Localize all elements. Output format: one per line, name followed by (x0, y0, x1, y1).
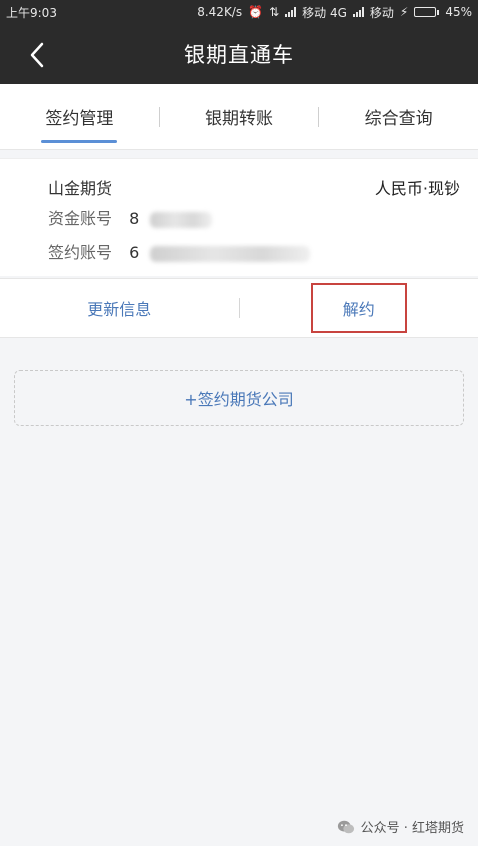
watermark-text: 公众号 · 红塔期货 (360, 821, 464, 836)
fund-account-row: 资金账号 8 (48, 205, 213, 229)
fund-account-prefix: 8 (129, 209, 140, 228)
add-futures-company-button[interactable]: +签约期货公司 (14, 370, 464, 426)
fund-account-label: 资金账号 (48, 209, 113, 228)
fund-account-masked (150, 211, 213, 228)
chevron-left-icon (30, 42, 44, 68)
status-indicators: 8.42K/s ⏰ ⇅ 移动 4G 移动 ⚡ 45% (197, 4, 472, 21)
sign-account-row: 签约账号 6 (48, 239, 311, 263)
battery-percent: 45% (445, 5, 472, 19)
add-futures-company-label: +签约期货公司 (184, 390, 294, 409)
signal-icon (285, 7, 297, 17)
watermark: 公众号 · 红塔期货 (337, 817, 464, 836)
sign-account-prefix: 6 (129, 243, 140, 262)
charging-icon: ⚡ (399, 5, 409, 19)
alarm-icon: ⏰ (248, 5, 264, 19)
data-transfer-icon: ⇅ (269, 5, 280, 19)
signal-icon-2 (352, 7, 364, 17)
carrier-label-2: 移动 (369, 5, 394, 20)
network-speed: 8.42K/s (197, 5, 243, 19)
tab-bank-futures-transfer[interactable]: 银期转账 (160, 84, 319, 149)
status-bar: 上午9:03 8.42K/s ⏰ ⇅ 移动 4G 移动 ⚡ 45% (0, 0, 478, 24)
tab-label: 银期转账 (205, 109, 273, 129)
tab-label: 签约管理 (45, 109, 114, 129)
page-title: 银期直通车 (184, 43, 294, 67)
status-time: 上午9:03 (6, 5, 57, 20)
unsign-label: 解约 (342, 300, 375, 319)
header-bar: 银期直通车 (0, 24, 478, 84)
battery-icon (414, 7, 440, 17)
sign-account-masked (150, 245, 311, 262)
update-info-label: 更新信息 (87, 300, 152, 319)
wechat-icon (337, 820, 354, 833)
tab-general-query[interactable]: 综合查询 (319, 84, 478, 149)
back-button[interactable] (22, 40, 52, 70)
update-info-button[interactable]: 更新信息 (0, 279, 239, 337)
account-card: 山金期货 人民币·现钞 资金账号 8 签约账号 6 (0, 158, 478, 276)
tab-bar: 签约管理 银期转账 综合查询 (0, 84, 478, 150)
carrier-label-1: 移动 4G (302, 5, 347, 20)
tab-label: 综合查询 (364, 109, 433, 129)
tab-sign-management[interactable]: 签约管理 (0, 84, 159, 149)
unsign-button[interactable]: 解约 (310, 283, 407, 333)
unsign-cell: 解约 (240, 279, 478, 337)
company-name: 山金期货 (48, 179, 113, 198)
currency-label: 人民币·现钞 (374, 179, 460, 198)
screen: 上午9:03 8.42K/s ⏰ ⇅ 移动 4G 移动 ⚡ 45% 银期直通车 … (0, 0, 478, 846)
account-actions: 更新信息 解约 (0, 278, 478, 338)
sign-account-label: 签约账号 (48, 243, 113, 262)
